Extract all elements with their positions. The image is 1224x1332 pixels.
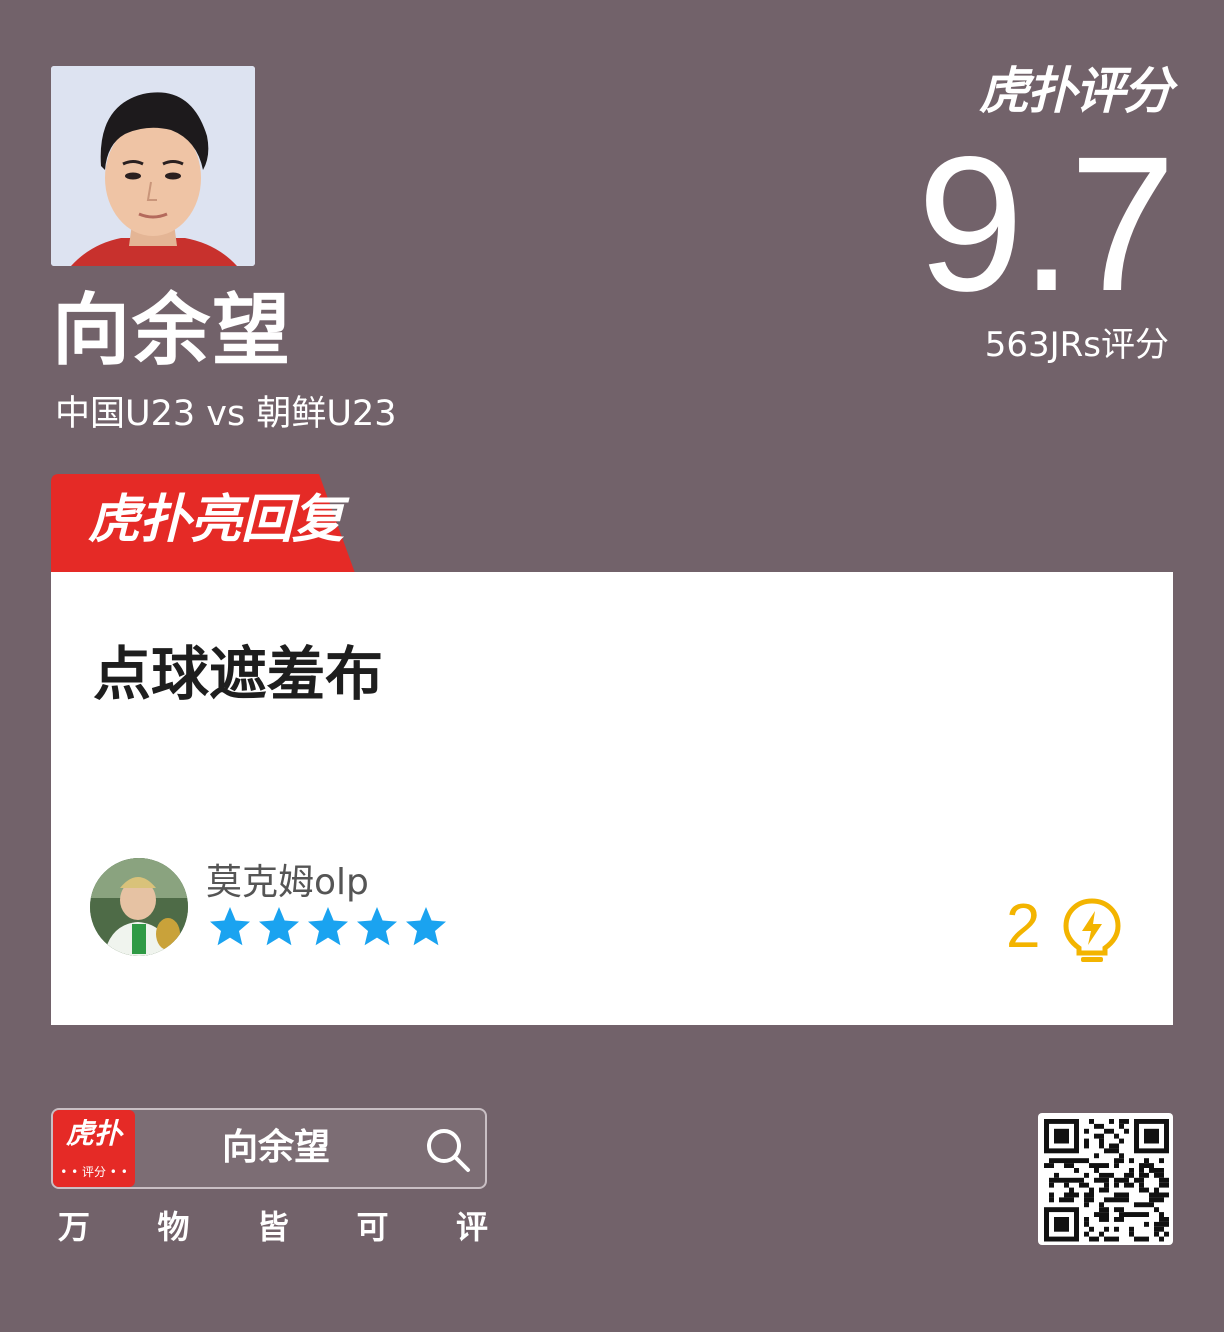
slogan-char: 评 bbox=[455, 1208, 488, 1246]
app-icon-title: 虎扑 bbox=[65, 1117, 122, 1150]
search-icon[interactable] bbox=[424, 1126, 472, 1174]
hupu-app-icon: 虎扑 • • 评分 • • bbox=[53, 1110, 135, 1187]
section-tag-label: 虎扑亮回复 bbox=[88, 490, 344, 550]
hupu-rating-logo: 虎扑评分 bbox=[979, 62, 1173, 120]
like-count: 2 bbox=[1006, 892, 1041, 961]
star-icon bbox=[259, 907, 299, 946]
star-icon bbox=[406, 907, 446, 946]
commenter-name[interactable]: 莫克姆olp bbox=[206, 865, 369, 901]
qr-code bbox=[1038, 1113, 1173, 1245]
player-name: 向余望 bbox=[52, 286, 293, 376]
player-photo bbox=[51, 66, 255, 266]
rating-score: 9.7 bbox=[917, 116, 1176, 331]
star-icon bbox=[357, 907, 397, 946]
slogan-char: 物 bbox=[157, 1208, 190, 1246]
slogan-char: 万 bbox=[58, 1208, 91, 1246]
rating-count: 563JRs评分 bbox=[984, 325, 1169, 365]
lightbulb-like-icon[interactable] bbox=[1060, 897, 1124, 965]
slogan-char: 皆 bbox=[256, 1208, 289, 1246]
star-icon bbox=[308, 907, 348, 946]
comment-text: 点球遮羞布 bbox=[93, 640, 384, 708]
slogan: 万 物 皆 可 评 bbox=[58, 1211, 488, 1243]
match-title: 中国U23 vs 朝鲜U23 bbox=[55, 394, 397, 434]
star-icon bbox=[210, 907, 250, 946]
star-rating bbox=[208, 905, 448, 949]
slogan-char: 可 bbox=[356, 1208, 389, 1246]
app-icon-subtitle: • • 评分 • • bbox=[60, 1165, 128, 1179]
commenter-avatar[interactable] bbox=[90, 858, 188, 956]
search-query[interactable]: 向余望 bbox=[222, 1130, 330, 1166]
